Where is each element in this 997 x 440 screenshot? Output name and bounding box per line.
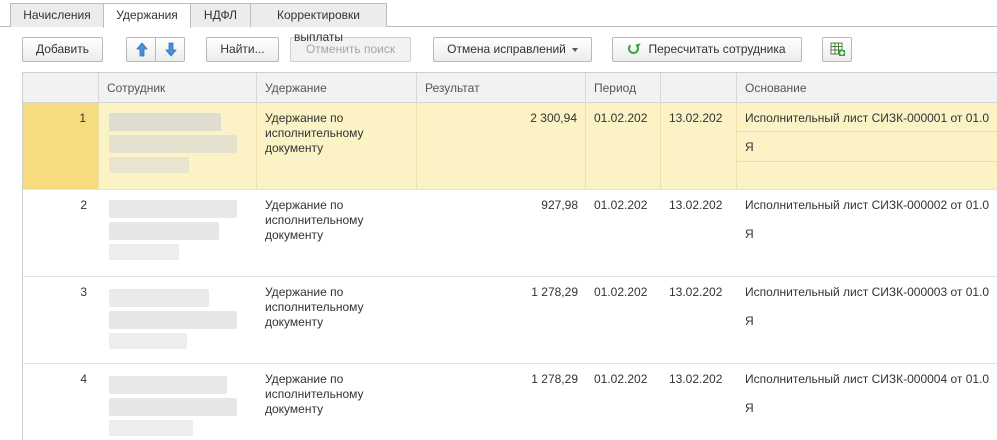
period-end-cell[interactable]: 13.02.202 xyxy=(661,277,737,363)
arrow-down-icon xyxy=(165,42,177,57)
employee-name-redacted xyxy=(109,372,237,440)
employee-name-redacted xyxy=(109,198,237,268)
header-deduction[interactable]: Удержание xyxy=(257,73,417,103)
refresh-icon xyxy=(628,43,640,54)
arrow-up-icon xyxy=(136,42,148,57)
employee-name-redacted xyxy=(109,285,237,355)
tab-bar: Начисления Удержания НДФЛ Корректировки … xyxy=(0,0,997,44)
table-header: Сотрудник Удержание Результат Период Осн… xyxy=(23,73,997,103)
result-cell[interactable]: 1 278,29 xyxy=(417,277,586,363)
basis-extra: Я xyxy=(745,227,754,241)
cancel-corrections-dropdown[interactable]: Отмена исправлений xyxy=(433,37,592,62)
row-number: 1 xyxy=(23,103,99,189)
basis-cell[interactable]: Исполнительный лист СИЗК-000002 от 01.0 … xyxy=(737,190,997,276)
table-row[interactable]: 3 Удержание по исполнительному документу… xyxy=(23,277,997,364)
header-employee[interactable]: Сотрудник xyxy=(99,73,257,103)
row-number: 4 xyxy=(80,372,87,386)
deduction-cell[interactable]: Удержание по исполнительному документу xyxy=(257,103,417,189)
tab-accruals[interactable]: Начисления xyxy=(10,3,104,27)
table-add-icon xyxy=(830,42,845,56)
period-end-cell[interactable]: 13.02.202 xyxy=(661,103,737,189)
table-row[interactable]: 1 Удержание по исполнительному документу… xyxy=(23,103,997,190)
result-cell[interactable]: 2 300,94 xyxy=(417,103,586,189)
recalculate-employee-button[interactable]: Пересчитать сотрудника xyxy=(612,37,802,62)
deduction-cell[interactable]: Удержание по исполнительному документу xyxy=(257,190,417,276)
basis-cell[interactable]: Исполнительный лист СИЗК-000003 от 01.0 … xyxy=(737,277,997,363)
basis-cell[interactable]: Исполнительный лист СИЗК-000004 от 01.0 … xyxy=(737,364,997,440)
table-settings-button[interactable] xyxy=(822,37,852,62)
basis-extra: Я xyxy=(745,401,754,415)
chevron-down-icon xyxy=(571,47,578,52)
find-button[interactable]: Найти... xyxy=(206,37,279,62)
add-button[interactable]: Добавить xyxy=(22,37,103,62)
move-up-button[interactable] xyxy=(126,37,156,62)
cancel-corrections-label: Отмена исправлений xyxy=(447,42,566,56)
deduction-cell[interactable]: Удержание по исполнительному документу xyxy=(257,364,417,440)
period-end-cell[interactable]: 13.02.202 xyxy=(661,190,737,276)
basis-cell[interactable]: Исполнительный лист СИЗК-000001 от 01.0 … xyxy=(737,103,997,189)
employee-cell[interactable] xyxy=(99,277,257,363)
recalculate-employee-label: Пересчитать сотрудника xyxy=(648,42,786,56)
header-period-end[interactable] xyxy=(661,73,737,103)
result-cell[interactable]: 1 278,29 xyxy=(417,364,586,440)
header-basis[interactable]: Основание xyxy=(737,73,997,103)
deductions-table: Сотрудник Удержание Результат Период Осн… xyxy=(22,72,997,440)
employee-cell[interactable] xyxy=(99,103,257,189)
period-start-cell[interactable]: 01.02.202 xyxy=(586,103,661,189)
basis-extra: Я xyxy=(745,314,754,328)
basis-extra: Я xyxy=(745,140,754,154)
period-start-cell[interactable]: 01.02.202 xyxy=(586,364,661,440)
tab-payment-corrections[interactable]: Корректировки выплаты xyxy=(250,3,387,44)
basis-document: Исполнительный лист СИЗК-000004 от 01.0 xyxy=(745,372,990,386)
employee-name-redacted xyxy=(109,111,237,181)
row-number: 3 xyxy=(80,285,87,299)
move-down-button[interactable] xyxy=(155,37,185,62)
row-number: 2 xyxy=(80,198,87,212)
employee-cell[interactable] xyxy=(99,190,257,276)
tab-deductions[interactable]: Удержания xyxy=(103,3,191,28)
table-row[interactable]: 4 Удержание по исполнительному документу… xyxy=(23,364,997,440)
header-result[interactable]: Результат xyxy=(417,73,586,103)
result-cell[interactable]: 927,98 xyxy=(417,190,586,276)
table-row[interactable]: 2 Удержание по исполнительному документу… xyxy=(23,190,997,277)
period-start-cell[interactable]: 01.02.202 xyxy=(586,277,661,363)
header-number[interactable] xyxy=(23,73,99,103)
divider xyxy=(737,131,997,132)
period-start-cell[interactable]: 01.02.202 xyxy=(586,190,661,276)
basis-document: Исполнительный лист СИЗК-000003 от 01.0 xyxy=(745,285,990,299)
header-period[interactable]: Период xyxy=(586,73,661,103)
tab-ndfl[interactable]: НДФЛ xyxy=(190,3,251,27)
deduction-cell[interactable]: Удержание по исполнительному документу xyxy=(257,277,417,363)
basis-document: Исполнительный лист СИЗК-000002 от 01.0 xyxy=(745,198,990,212)
period-end-cell[interactable]: 13.02.202 xyxy=(661,364,737,440)
divider xyxy=(737,161,997,162)
basis-document: Исполнительный лист СИЗК-000001 от 01.0 xyxy=(745,111,990,125)
move-buttons xyxy=(126,37,186,62)
employee-cell[interactable] xyxy=(99,364,257,440)
